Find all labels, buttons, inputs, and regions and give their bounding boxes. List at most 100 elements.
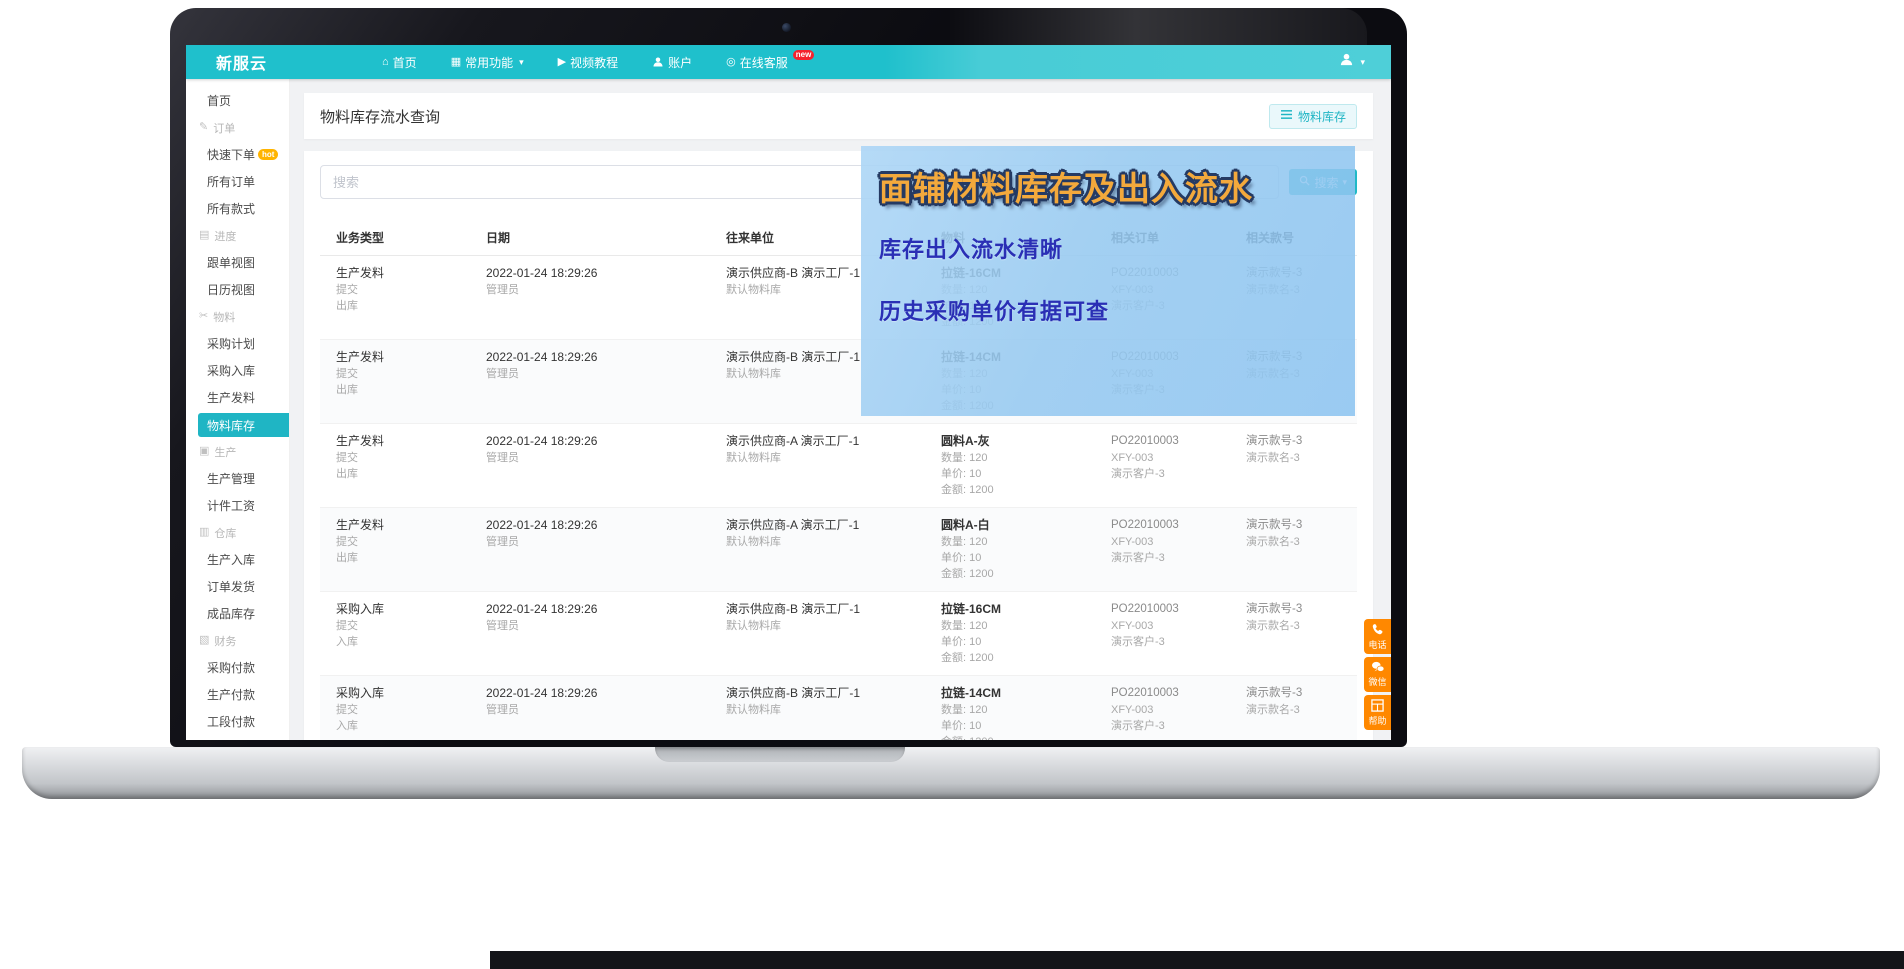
column-header: 往来单位 bbox=[726, 231, 775, 245]
cell-business-type: 生产发料 提交 出库 bbox=[336, 349, 486, 414]
laptop-notch bbox=[655, 747, 905, 762]
style-number: 演示款号-3 bbox=[1246, 519, 1303, 531]
sidebar-item-快速下单[interactable]: 快速下单 hot bbox=[186, 141, 289, 168]
material-icon: ✂ bbox=[199, 310, 209, 322]
new-badge: new bbox=[792, 50, 815, 60]
partner-name: 演示供应商-B 演示工厂-1 bbox=[726, 350, 861, 364]
date-value: 2022-01-24 18:29:26 bbox=[486, 602, 598, 616]
table-row[interactable]: 采购入库 提交 入库 2022-01-24 18:29:26 管理员 演示供应商-B 演示… bbox=[320, 676, 1357, 740]
operator: 管理员 bbox=[486, 704, 519, 716]
sidebar-item-所有款式[interactable]: 所有款式 bbox=[186, 195, 289, 222]
navbar-menu: ⌂ 首页 ▦ 常用功能 ▾ ▶ 视频教程 账户 ◎ 在线客服 new bbox=[382, 50, 815, 71]
cell-business-type: 生产发料 提交 出库 bbox=[336, 433, 486, 498]
video-icon: ▶ bbox=[557, 55, 567, 68]
nav-item-账户[interactable]: 账户 bbox=[652, 54, 692, 71]
cell-related-style: 演示款号-3 演示款名-3 bbox=[1246, 517, 1357, 582]
order-number: PO22010003 bbox=[1111, 435, 1179, 447]
sidebar-item-生产管理[interactable]: 生产管理 bbox=[186, 465, 289, 492]
material-name: 拉链-14CM bbox=[941, 686, 1002, 700]
submit-status: 提交 bbox=[336, 284, 358, 296]
sidebar-item-跟单视图[interactable]: 跟单视图 bbox=[186, 249, 289, 276]
material-amount: 金额: 1200 bbox=[941, 568, 994, 580]
chevron-down-icon: ▾ bbox=[1342, 176, 1347, 187]
sidebar-item-生产发料[interactable]: 生产发料 bbox=[186, 384, 289, 411]
table-row[interactable]: 生产发料 提交 出库 2022-01-24 18:29:26 管理员 演示供应商-B 演示… bbox=[320, 340, 1357, 424]
date-value: 2022-01-24 18:29:26 bbox=[486, 266, 598, 280]
style-number: 演示款号-3 bbox=[1246, 687, 1303, 699]
material-price: 单价: 10 bbox=[941, 300, 982, 312]
sidebar-section-label: 进度 bbox=[214, 230, 237, 243]
material-qty: 数量: 120 bbox=[941, 620, 988, 632]
cell-business-type: 采购入库 提交 入库 bbox=[336, 601, 486, 666]
sidebar-item-采购计划[interactable]: 采购计划 bbox=[186, 330, 289, 357]
column-header: 业务类型 bbox=[336, 231, 385, 245]
search-button[interactable]: 搜索 ▾ bbox=[1289, 169, 1357, 195]
cell-partner: 演示供应商-B 演示工厂-1 默认物料库 bbox=[726, 685, 941, 740]
material-amount: 金额: 1200 bbox=[941, 316, 994, 328]
home-icon: ⌂ bbox=[382, 55, 389, 68]
table-row[interactable]: 生产发料 提交 出库 2022-01-24 18:29:26 管理员 演示供应商-A 演示… bbox=[320, 424, 1357, 508]
nav-item-常用功能[interactable]: ▦ 常用功能 ▾ bbox=[451, 54, 524, 71]
sidebar-item-生产入库[interactable]: 生产入库 bbox=[186, 546, 289, 573]
order-number: PO22010003 bbox=[1111, 267, 1179, 279]
column-header: 物料 bbox=[941, 231, 966, 245]
sidebar-item-物料库存[interactable]: 物料库存 bbox=[198, 413, 289, 437]
float-button-label: 帮助 bbox=[1368, 715, 1387, 726]
sidebar-item-采购入库[interactable]: 采购入库 bbox=[186, 357, 289, 384]
grid-icon: ▦ bbox=[450, 55, 462, 68]
sidebar-item-label: 生产发料 bbox=[207, 391, 256, 405]
style-number: 演示款号-3 bbox=[1246, 267, 1303, 279]
hot-badge: hot bbox=[258, 149, 279, 160]
sidebar-item-生产付款[interactable]: 生产付款 bbox=[186, 681, 289, 708]
warehouse-name: 默认物料库 bbox=[726, 452, 781, 464]
sidebar-item-label: 成品库存 bbox=[207, 607, 256, 621]
user-icon bbox=[652, 56, 664, 68]
column-header: 相关订单 bbox=[1111, 231, 1160, 245]
sidebar-item-label: 物料库存 bbox=[207, 418, 256, 433]
sidebar-item-计件工资[interactable]: 计件工资 bbox=[186, 492, 289, 519]
search-input[interactable] bbox=[320, 165, 1280, 199]
float-button-微信[interactable]: 微信 bbox=[1364, 657, 1391, 692]
nav-item-视频教程[interactable]: ▶ 视频教程 bbox=[558, 54, 618, 71]
float-button-帮助[interactable]: 帮助 bbox=[1364, 695, 1391, 730]
operator: 管理员 bbox=[486, 284, 519, 296]
partner-name: 演示供应商-A 演示工厂-1 bbox=[726, 434, 860, 448]
partner-name: 演示供应商-B 演示工厂-1 bbox=[726, 602, 861, 616]
sidebar-item-首页[interactable]: 首页 bbox=[186, 87, 289, 114]
material-inventory-button[interactable]: 物料库存 bbox=[1268, 103, 1357, 129]
sidebar-item-label: 所有订单 bbox=[207, 175, 256, 189]
warehouse-name: 默认物料库 bbox=[726, 284, 781, 296]
sidebar-item-订单发货[interactable]: 订单发货 bbox=[186, 573, 289, 600]
sidebar-item-工段付款[interactable]: 工段付款 bbox=[186, 708, 289, 735]
sidebar-item-所有订单[interactable]: 所有订单 bbox=[186, 168, 289, 195]
order-number: PO22010003 bbox=[1111, 603, 1179, 615]
cell-related-order: PO22010003 XFY-003 演示客户-3 bbox=[1111, 517, 1246, 582]
float-button-label: 微信 bbox=[1368, 677, 1387, 687]
direction: 出库 bbox=[336, 300, 358, 312]
laptop-bezel: 新服云 ⌂ 首页 ▦ 常用功能 ▾ ▶ 视频教程 账户 ◎ 在线客服 new ▾ 首页 ✎ 订单 快速下单… bbox=[170, 8, 1407, 747]
chevron-down-icon: ▾ bbox=[1360, 56, 1365, 67]
nav-item-在线客服[interactable]: ◎ 在线客服 new bbox=[726, 50, 815, 71]
brand-logo[interactable]: 新服云 bbox=[216, 50, 267, 74]
user-menu[interactable]: ▾ bbox=[1339, 52, 1365, 72]
service-icon: ◎ bbox=[726, 55, 736, 68]
date-value: 2022-01-24 18:29:26 bbox=[486, 350, 598, 364]
laptop-base bbox=[22, 747, 1880, 799]
cell-partner: 演示供应商-B 演示工厂-1 默认物料库 bbox=[726, 265, 941, 330]
float-button-电话[interactable]: 电话 bbox=[1364, 619, 1391, 654]
cell-related-style: 演示款号-3 演示款名-3 bbox=[1246, 433, 1357, 498]
table-row[interactable]: 生产发料 提交 出库 2022-01-24 18:29:26 管理员 演示供应商-A 演示… bbox=[320, 508, 1357, 592]
sidebar-item-日历视图[interactable]: 日历视图 bbox=[186, 276, 289, 303]
style-name: 演示款名-3 bbox=[1246, 368, 1300, 380]
table-row[interactable]: 生产发料 提交 出库 2022-01-24 18:29:26 管理员 演示供应商-B 演示… bbox=[320, 256, 1357, 340]
cell-business-type: 生产发料 提交 出库 bbox=[336, 265, 486, 330]
cell-date: 2022-01-24 18:29:26 管理员 bbox=[486, 517, 726, 582]
table-row[interactable]: 采购入库 提交 入库 2022-01-24 18:29:26 管理员 演示供应商-B 演示… bbox=[320, 592, 1357, 676]
sidebar-item-成品库存[interactable]: 成品库存 bbox=[186, 600, 289, 627]
progress-icon: ▤ bbox=[199, 229, 210, 241]
nav-item-首页[interactable]: ⌂ 首页 bbox=[382, 54, 417, 71]
cell-related-style: 演示款号-3 演示款名-3 bbox=[1246, 601, 1357, 666]
cell-related-style: 演示款号-3 演示款名-3 bbox=[1246, 349, 1357, 414]
sidebar-item-采购付款[interactable]: 采购付款 bbox=[186, 654, 289, 681]
cell-business-type: 生产发料 提交 出库 bbox=[336, 517, 486, 582]
